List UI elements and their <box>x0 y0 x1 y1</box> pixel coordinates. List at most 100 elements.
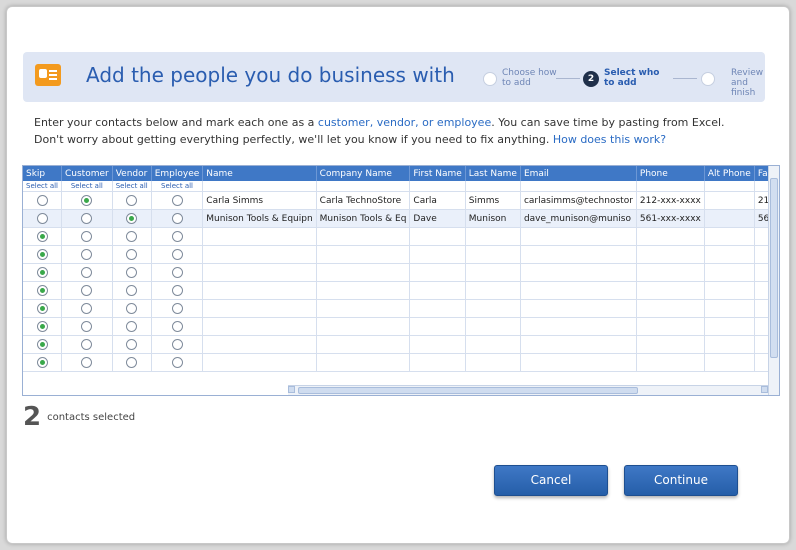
customer-radio[interactable] <box>81 213 93 224</box>
skip-radio[interactable] <box>36 339 48 350</box>
name-cell[interactable] <box>202 335 317 354</box>
email-cell[interactable]: dave_munison@muniso <box>520 209 637 228</box>
name-cell[interactable] <box>202 245 317 264</box>
customer-radio[interactable] <box>81 357 93 368</box>
how-does-this-work-link[interactable]: How does this work? <box>553 133 666 146</box>
vertical-scrollbar[interactable] <box>768 166 779 395</box>
customer-radio[interactable] <box>81 321 93 332</box>
first-cell[interactable] <box>409 299 466 318</box>
company-cell[interactable]: Carla TechnoStore <box>316 191 411 210</box>
vendor-radio[interactable] <box>126 303 138 314</box>
last-cell[interactable] <box>465 281 521 300</box>
vendor-radio[interactable] <box>126 249 138 260</box>
alt-cell[interactable] <box>704 263 755 282</box>
email-cell[interactable] <box>520 227 637 246</box>
vendor-radio[interactable] <box>126 357 138 368</box>
name-cell[interactable]: Munison Tools & Equipn <box>202 209 317 228</box>
alt-cell[interactable] <box>704 245 755 264</box>
alt-cell[interactable] <box>704 353 755 372</box>
vendor-radio[interactable] <box>126 285 138 296</box>
column-header-email[interactable]: Email <box>520 166 637 181</box>
customer-radio[interactable] <box>81 267 93 278</box>
phone-cell[interactable] <box>636 335 705 354</box>
name-cell[interactable] <box>202 317 317 336</box>
phone-cell[interactable] <box>636 227 705 246</box>
email-cell[interactable] <box>520 281 637 300</box>
email-cell[interactable]: carlasimms@technostor <box>520 191 637 210</box>
last-cell[interactable] <box>465 353 521 372</box>
customer-radio[interactable] <box>81 303 93 314</box>
scroll-right-icon[interactable] <box>761 386 768 393</box>
column-header-company-name[interactable]: Company Name <box>316 166 411 181</box>
column-header-vendor[interactable]: Vendor <box>112 166 152 181</box>
phone-cell[interactable]: 561-xxx-xxxx <box>636 209 705 228</box>
skip-radio[interactable] <box>36 285 48 296</box>
column-header-customer[interactable]: Customer <box>61 166 113 181</box>
first-cell[interactable] <box>409 317 466 336</box>
employee-radio[interactable] <box>171 357 183 368</box>
skip-radio[interactable] <box>36 195 48 206</box>
skip-radio[interactable] <box>36 267 48 278</box>
column-header-skip[interactable]: Skip <box>23 166 62 181</box>
employee-radio[interactable] <box>171 195 183 206</box>
employee-radio[interactable] <box>171 231 183 242</box>
email-cell[interactable] <box>520 245 637 264</box>
company-cell[interactable] <box>316 335 411 354</box>
email-cell[interactable] <box>520 299 637 318</box>
name-cell[interactable] <box>202 353 317 372</box>
skip-radio[interactable] <box>36 321 48 332</box>
first-cell[interactable]: Carla <box>409 191 466 210</box>
customer-radio[interactable] <box>81 249 93 260</box>
name-cell[interactable] <box>202 299 317 318</box>
employee-radio[interactable] <box>171 339 183 350</box>
company-cell[interactable] <box>316 227 411 246</box>
alt-cell[interactable] <box>704 191 755 210</box>
name-cell[interactable] <box>202 281 317 300</box>
first-cell[interactable] <box>409 227 466 246</box>
alt-cell[interactable] <box>704 227 755 246</box>
alt-cell[interactable] <box>704 317 755 336</box>
company-cell[interactable]: Munison Tools & Eq <box>316 209 411 228</box>
company-cell[interactable] <box>316 245 411 264</box>
last-cell[interactable] <box>465 317 521 336</box>
company-cell[interactable] <box>316 299 411 318</box>
alt-cell[interactable] <box>704 299 755 318</box>
select-all-link[interactable]: Select all <box>23 181 62 192</box>
phone-cell[interactable] <box>636 281 705 300</box>
company-cell[interactable] <box>316 317 411 336</box>
employee-radio[interactable] <box>171 267 183 278</box>
contact-types-link[interactable]: customer, vendor, or employee <box>318 116 491 129</box>
employee-radio[interactable] <box>171 213 183 224</box>
customer-radio[interactable] <box>81 285 93 296</box>
vendor-radio[interactable] <box>126 213 138 224</box>
column-header-phone[interactable]: Phone <box>636 166 705 181</box>
column-header-alt-phone[interactable]: Alt Phone <box>704 166 755 181</box>
phone-cell[interactable]: 212-xxx-xxxx <box>636 191 705 210</box>
last-cell[interactable] <box>465 227 521 246</box>
select-all-link[interactable]: Select all <box>61 181 113 192</box>
column-header-first-name[interactable]: First Name <box>409 166 466 181</box>
last-cell[interactable]: Munison <box>465 209 521 228</box>
skip-radio[interactable] <box>36 357 48 368</box>
vendor-radio[interactable] <box>126 321 138 332</box>
employee-radio[interactable] <box>171 303 183 314</box>
employee-radio[interactable] <box>171 321 183 332</box>
company-cell[interactable] <box>316 281 411 300</box>
skip-radio[interactable] <box>36 249 48 260</box>
column-header-employee[interactable]: Employee <box>151 166 204 181</box>
last-cell[interactable] <box>465 299 521 318</box>
skip-radio[interactable] <box>36 231 48 242</box>
phone-cell[interactable] <box>636 299 705 318</box>
last-cell[interactable] <box>465 335 521 354</box>
first-cell[interactable] <box>409 353 466 372</box>
last-cell[interactable]: Simms <box>465 191 521 210</box>
select-all-link[interactable]: Select all <box>151 181 204 192</box>
company-cell[interactable] <box>316 263 411 282</box>
alt-cell[interactable] <box>704 335 755 354</box>
employee-radio[interactable] <box>171 285 183 296</box>
first-cell[interactable] <box>409 245 466 264</box>
alt-cell[interactable] <box>704 281 755 300</box>
phone-cell[interactable] <box>636 263 705 282</box>
first-cell[interactable] <box>409 281 466 300</box>
customer-radio[interactable] <box>81 231 93 242</box>
